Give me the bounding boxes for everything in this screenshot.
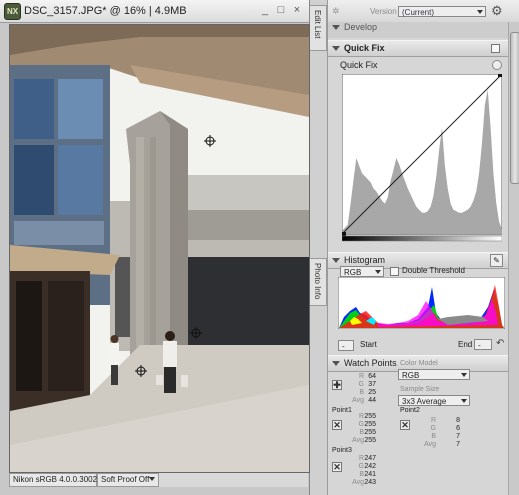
point2-label: Point2 [400, 407, 420, 414]
wp-value: 37 [368, 381, 376, 388]
wp-value: 255 [364, 437, 376, 444]
wp-value: 8 [456, 417, 460, 424]
edit-panel: ✲ Version (Current) ⚙ Develop Quick Fix … [328, 0, 519, 495]
develop-header[interactable]: Develop [328, 22, 508, 38]
add-watch-point-button[interactable]: ✚ [332, 380, 342, 390]
quick-fix-enable-checkbox[interactable] [491, 44, 500, 53]
collapse-triangle-icon [332, 25, 340, 31]
sample-size-dropdown[interactable]: 3x3 Average [398, 395, 470, 406]
image-window: NX DSC_3157.JPG* @ 16% | 4.9MB _ □ × Nik… [0, 0, 310, 495]
wp-key-b: B [431, 433, 436, 440]
histogram-section-label: Histogram [344, 255, 386, 265]
quick-fix-label: Quick Fix [340, 60, 378, 70]
side-tab-strip: Edit List Photo Info [310, 0, 328, 495]
wp-key-r: R [430, 417, 436, 424]
wp-value: 64 [368, 373, 376, 380]
end-value: - [478, 341, 481, 350]
sample-size-value: 3x3 Average [402, 397, 447, 406]
wp-value: 255 [364, 421, 376, 428]
wp-value: 255 [364, 429, 376, 436]
end-input[interactable]: - [474, 339, 492, 350]
collapse-triangle-icon [332, 46, 340, 52]
version-bar: ✲ Version (Current) ⚙ [328, 0, 519, 23]
start-label: Start [360, 340, 377, 349]
wp-value: 7 [456, 441, 460, 448]
remove-point3-button[interactable]: ✕ [332, 462, 342, 472]
color-model-value: RGB [402, 371, 420, 380]
collapse-triangle-icon [332, 361, 340, 367]
photo-canvas[interactable] [9, 24, 310, 473]
develop-label: Develop [344, 22, 378, 32]
curves-graph [341, 73, 503, 242]
sample-size-label: Sample Size [400, 386, 440, 393]
quick-fix-header[interactable]: Quick Fix [328, 40, 508, 57]
color-model-dropdown[interactable]: RGB [398, 369, 470, 380]
wp-key-g: G [430, 425, 436, 432]
channel-value: RGB [344, 268, 362, 277]
tab-photo-info[interactable]: Photo Info [310, 258, 327, 306]
chevron-down-icon [375, 270, 381, 274]
chevron-down-icon [149, 477, 155, 481]
point3-label: Point3 [332, 447, 352, 454]
nx-logo-icon: NX [4, 3, 21, 20]
remove-point2-button[interactable]: ✕ [400, 420, 410, 430]
wp-value: 247 [364, 455, 376, 462]
chevron-down-icon [461, 373, 467, 377]
wp-value: 243 [364, 479, 376, 486]
start-value: - [342, 342, 345, 351]
wp-value: 7 [456, 433, 460, 440]
reset-icon[interactable] [492, 60, 502, 70]
chevron-down-icon [477, 10, 483, 14]
rgb-histogram[interactable] [337, 276, 506, 330]
quick-fix-section-label: Quick Fix [344, 43, 385, 53]
color-profile-label: Nikon sRGB 4.0.0.3002 [9, 473, 97, 487]
minimize-button[interactable]: _ [259, 4, 271, 16]
scrollbar-thumb[interactable] [510, 32, 519, 184]
tab-photo-info-label: Photo Info [313, 263, 322, 300]
wp-value: 241 [364, 471, 376, 478]
close-button[interactable]: × [291, 4, 303, 16]
image-window-titlebar[interactable]: NX DSC_3157.JPG* @ 16% | 4.9MB _ □ × [0, 0, 309, 23]
sparkle-icon: ✲ [332, 6, 340, 16]
version-value: (Current) [402, 8, 435, 17]
end-label: End [458, 340, 473, 349]
version-dropdown[interactable]: (Current) [398, 6, 486, 17]
photo-scene [10, 25, 309, 472]
collapse-triangle-icon [332, 258, 340, 264]
version-label: Version [370, 7, 397, 16]
gear-icon[interactable]: ⚙ [491, 3, 503, 19]
tab-edit-list-label: Edit List [313, 10, 322, 39]
histogram-graph [337, 276, 506, 330]
image-window-title: DSC_3157.JPG* @ 16% | 4.9MB [24, 5, 187, 17]
chevron-down-icon [461, 399, 467, 403]
panel-scrollbar[interactable] [508, 22, 519, 495]
wp-value: 44 [368, 397, 376, 404]
remove-point1-button[interactable]: ✕ [332, 420, 342, 430]
start-input[interactable]: - [338, 340, 354, 351]
eyedropper-icon[interactable]: ✎ [490, 254, 503, 267]
tab-edit-list[interactable]: Edit List [310, 5, 327, 51]
image-status-bar: Nikon sRGB 4.0.0.3002 Soft Proof Off [9, 473, 308, 487]
wp-value: 6 [456, 425, 460, 432]
color-model-label: Color Model [400, 360, 438, 367]
wp-value: 255 [364, 413, 376, 420]
wp-value: 25 [368, 389, 376, 396]
curves-editor[interactable] [341, 73, 503, 242]
double-threshold-label: Double Threshold [402, 266, 466, 275]
channel-dropdown[interactable]: RGB [340, 266, 384, 277]
double-threshold-checkbox[interactable] [390, 267, 399, 276]
maximize-button[interactable]: □ [275, 4, 287, 16]
watch-points-section-label: Watch Points [344, 358, 397, 368]
wp-key-avg: Avg [424, 441, 436, 448]
wp-value: 242 [364, 463, 376, 470]
undo-arrow-icon[interactable]: ↶ [496, 338, 504, 349]
